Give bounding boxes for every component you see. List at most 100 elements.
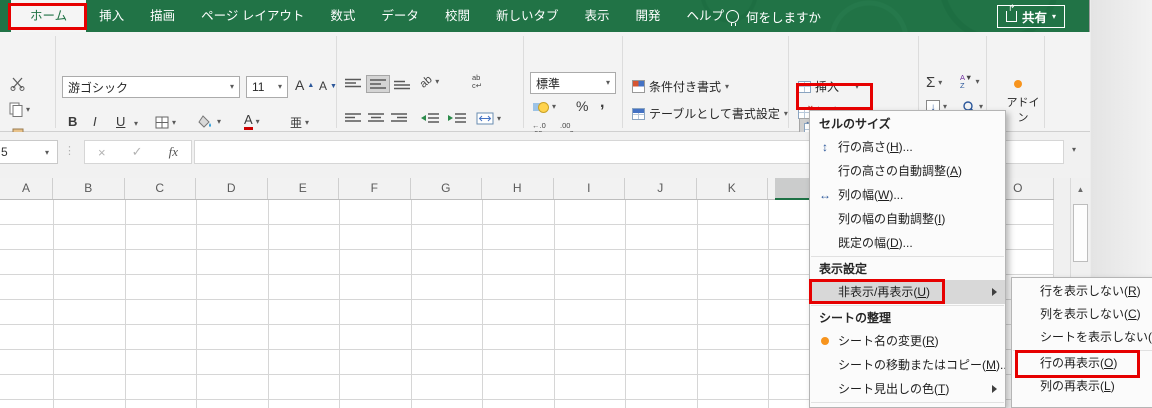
gridline — [124, 200, 126, 408]
ribbon-tab[interactable]: 挿入 — [86, 0, 137, 32]
scrollbar-thumb[interactable] — [1073, 204, 1088, 262]
font-color-button[interactable]: A ▾ — [244, 112, 260, 131]
orientation-button[interactable]: ab ▾ — [418, 73, 440, 90]
ribbon-tab[interactable]: データ — [368, 0, 432, 32]
cut-button[interactable] — [10, 76, 25, 91]
decrease-indent-button[interactable] — [420, 112, 440, 124]
menu-item[interactable]: ↕ 行の高さ(H)... — [810, 135, 1005, 159]
bottom-align-button[interactable] — [393, 78, 411, 90]
merge-center-button[interactable]: ▾ — [476, 112, 501, 125]
chevron-down-icon: ▾ — [725, 81, 730, 91]
ribbon-tab[interactable]: ページ レイアウト — [188, 0, 317, 32]
column-header-A[interactable]: A — [0, 178, 53, 199]
underline-menu-chevron[interactable]: ▾ — [134, 120, 138, 128]
underline-button[interactable]: U — [116, 114, 125, 129]
copy-icon — [9, 102, 23, 117]
submenu-item-label: 行を表示しない(R) — [1040, 284, 1141, 298]
font-name-combo[interactable]: 游ゴシック ▾ — [62, 76, 240, 98]
share-icon — [1005, 4, 1017, 22]
addins-button[interactable]: アドイン — [1004, 96, 1042, 126]
submenu-item[interactable]: 列を表示しない(C) — [1012, 303, 1152, 326]
menu-item[interactable]: 既定の幅(D)... — [810, 231, 1005, 255]
phonetic-guide-button[interactable]: 亜 ▾ — [290, 114, 309, 131]
submenu-item[interactable]: シートを表示しない(S) — [1012, 326, 1152, 349]
menu-item-label: シート見出しの色(T) — [838, 382, 950, 396]
column-header-I[interactable]: I — [554, 178, 625, 199]
gridline — [196, 200, 197, 408]
column-header-H[interactable]: H — [482, 178, 554, 199]
borders-button[interactable]: ▾ — [155, 116, 176, 129]
percent-style-button[interactable]: % — [576, 98, 588, 114]
ribbon-tab[interactable]: 描画 — [137, 0, 188, 32]
ribbon-tab-active[interactable]: ホーム — [11, 0, 87, 32]
gridline — [625, 200, 626, 408]
formula-bar-expand-chevron[interactable]: ▾ — [1072, 146, 1076, 154]
column-header-B[interactable]: B — [53, 178, 125, 199]
borders-icon — [155, 116, 169, 129]
chevron-down-icon: ▾ — [277, 82, 282, 91]
menu-item[interactable]: 非表示/再表示(U) — [810, 280, 1005, 304]
increase-font-size-button[interactable]: A ▲ — [295, 77, 314, 93]
copy-button[interactable]: ▾ — [9, 102, 30, 117]
decrease-font-size-button[interactable]: A ▼ — [319, 79, 337, 93]
insert-cells-button[interactable]: 挿入 ▾ — [798, 78, 872, 95]
middle-align-button-selected[interactable] — [366, 75, 390, 93]
menu-item[interactable]: シート名の変更(R) — [810, 329, 1005, 353]
formula-bar-grip[interactable]: ⋮ — [64, 144, 75, 157]
ribbon-tab[interactable]: 表示 — [571, 0, 622, 32]
tell-me-box[interactable]: 何をしますか — [726, 0, 821, 32]
number-format-combo[interactable]: 標準 ▾ — [530, 72, 616, 94]
format-as-table-button[interactable]: テーブルとして書式設定 ▾ — [632, 105, 788, 122]
format-as-table-icon — [632, 107, 645, 120]
menu-item[interactable]: シートの移動またはコピー(M)... — [810, 353, 1005, 377]
font-name-value: 游ゴシック — [68, 80, 129, 95]
menu-item[interactable]: ↔ 列の幅(W)... — [810, 183, 1005, 207]
ribbon-tab[interactable]: 開発 — [622, 0, 673, 32]
font-size-combo[interactable]: 11 ▾ — [246, 76, 288, 98]
submenu-item[interactable]: 列の再表示(L) — [1012, 375, 1152, 398]
sort-filter-button[interactable]: A▼ Z ▾ — [960, 73, 979, 91]
chevron-down-icon: ▾ — [26, 104, 31, 114]
comma-style-button[interactable]: , — [600, 94, 604, 112]
name-box[interactable]: 5 ▾ — [0, 140, 58, 164]
top-align-button[interactable] — [344, 78, 362, 90]
align-center-button[interactable] — [367, 112, 385, 124]
chevron-down-icon: ▾ — [552, 101, 557, 111]
autosum-button[interactable]: Σ ▾ — [926, 74, 942, 91]
accounting-format-button[interactable]: ▾ — [533, 100, 556, 113]
column-header-C[interactable]: C — [125, 178, 196, 199]
column-header-J[interactable]: J — [625, 178, 697, 199]
gridline — [482, 200, 483, 408]
chevron-down-icon: ▾ — [938, 77, 943, 87]
column-header-F[interactable]: F — [339, 178, 411, 199]
align-left-button[interactable] — [344, 112, 362, 124]
ribbon-tab[interactable]: 新しいタブ — [483, 0, 572, 32]
submenu-item[interactable]: 行を表示しない(R) — [1012, 280, 1152, 303]
menu-item[interactable]: 行の高さの自動調整(A) — [810, 159, 1005, 183]
enter-button[interactable]: ✓ — [132, 144, 143, 160]
menu-item[interactable]: シート見出しの色(T) — [810, 377, 1005, 401]
cancel-button[interactable]: × — [98, 145, 106, 160]
fill-color-button[interactable]: ▾ — [198, 115, 221, 129]
group-divider — [523, 36, 524, 128]
column-header-E[interactable]: E — [268, 178, 339, 199]
scroll-up-button[interactable]: ▲ — [1072, 180, 1089, 199]
column-header-D[interactable]: D — [196, 178, 268, 199]
submenu-item[interactable]: 行の再表示(O) — [1012, 352, 1152, 375]
bold-button[interactable]: B — [68, 114, 77, 129]
group-divider — [55, 36, 56, 128]
insert-function-button[interactable]: fx — [169, 144, 178, 160]
increase-indent-button[interactable] — [447, 112, 467, 124]
italic-button[interactable]: I — [93, 114, 97, 129]
column-header-G[interactable]: G — [411, 178, 482, 199]
conditional-formatting-button[interactable]: 条件付き書式 ▾ — [632, 78, 729, 95]
align-right-button[interactable] — [390, 112, 408, 124]
wrap-text-button[interactable]: ab c↵ — [472, 73, 482, 91]
down-caret-icon: ▼ — [330, 82, 337, 90]
hide-unhide-submenu: 行を表示しない(R) 列を表示しない(C) シートを表示しない(S) 行の再表示(O)… — [1011, 277, 1152, 408]
ribbon-tab[interactable]: 数式 — [317, 0, 368, 32]
ribbon-tab[interactable]: 校閲 — [432, 0, 483, 32]
share-button[interactable]: 共有 ▾ — [996, 4, 1065, 28]
column-header-K[interactable]: K — [697, 178, 768, 199]
menu-item[interactable]: 列の幅の自動調整(I) — [810, 207, 1005, 231]
